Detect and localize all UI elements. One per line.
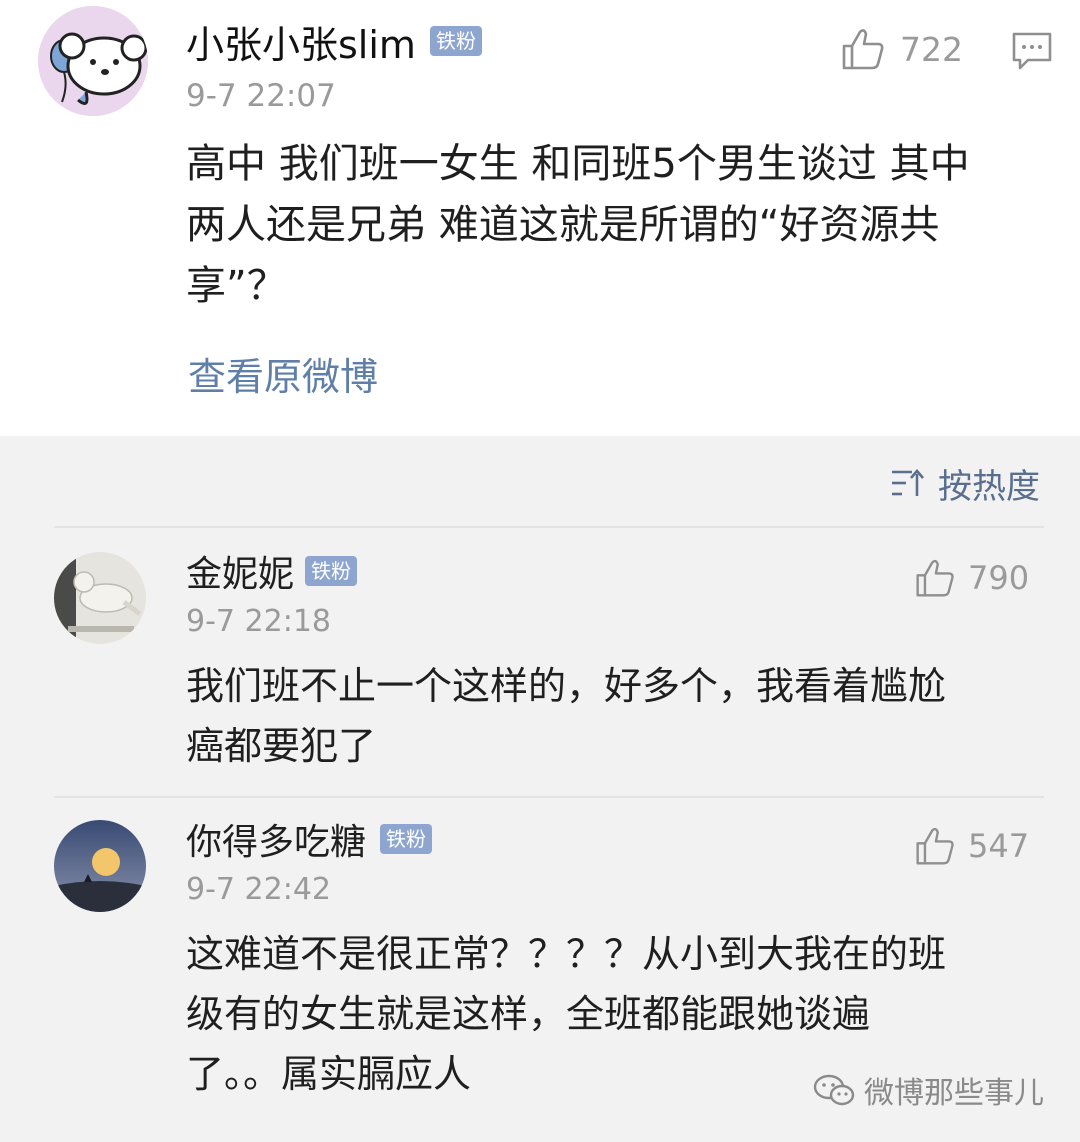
fan-badge: 铁粉 — [430, 26, 482, 56]
like-count: 722 — [900, 29, 963, 69]
comment-time: 9-7 22:42 — [186, 872, 331, 907]
watermark-label: 微博那些事儿 — [864, 1076, 1044, 1111]
watermark: 微博那些事儿 — [812, 1068, 1044, 1112]
sort-toggle[interactable]: 按热度 — [890, 460, 1040, 507]
fan-badge: 铁粉 — [305, 556, 357, 586]
thumbs-up-icon — [916, 827, 954, 865]
thumbs-up-icon — [842, 29, 884, 70]
view-original-link[interactable]: 查看原微博 — [188, 352, 378, 402]
like-button[interactable]: 790 — [914, 556, 1029, 600]
thumbs-up-icon — [916, 559, 954, 597]
comment-bubble-icon — [1012, 32, 1052, 70]
divider — [54, 796, 1044, 798]
comment-time: 9-7 22:18 — [186, 604, 331, 639]
like-count: 790 — [968, 559, 1030, 597]
post-text: 高中 我们班一女生 和同班5个男生谈过 其中 两人还是兄弟 难道这就是所谓的“好… — [186, 141, 970, 309]
username[interactable]: 你得多吃糖 — [186, 820, 366, 866]
avatar[interactable] — [54, 820, 146, 912]
comment-button[interactable] — [1010, 28, 1054, 72]
wechat-icon — [813, 1074, 855, 1106]
moon-photo-avatar-icon — [54, 820, 146, 912]
avatar[interactable] — [38, 6, 148, 116]
avatar[interactable] — [54, 552, 146, 644]
sort-icon — [892, 469, 924, 496]
main-post: 小张小张slim 铁粉 9-7 22:07 722 高中 我们班一女生 和同班5… — [0, 0, 1080, 436]
fan-badge: 铁粉 — [380, 824, 432, 854]
username[interactable]: 小张小张slim — [186, 22, 416, 68]
comment-text: 我们班不止一个这样的，好多个，我看着尴尬 癌都要犯了 — [186, 664, 947, 768]
post-time: 9-7 22:07 — [186, 78, 336, 114]
like-button[interactable]: 722 — [840, 24, 963, 74]
like-button[interactable]: 547 — [914, 824, 1029, 868]
like-count: 547 — [968, 827, 1030, 865]
divider — [54, 526, 1044, 528]
username[interactable]: 金妮妮 — [186, 552, 294, 598]
cartoon-dog-avatar-icon — [38, 6, 148, 116]
sort-label: 按热度 — [938, 466, 1040, 507]
cat-photo-avatar-icon — [54, 552, 146, 644]
comment-item: 金妮妮 铁粉 9-7 22:18 790 我们班不止一个这样的，好多个，我看着尴… — [0, 552, 1080, 792]
